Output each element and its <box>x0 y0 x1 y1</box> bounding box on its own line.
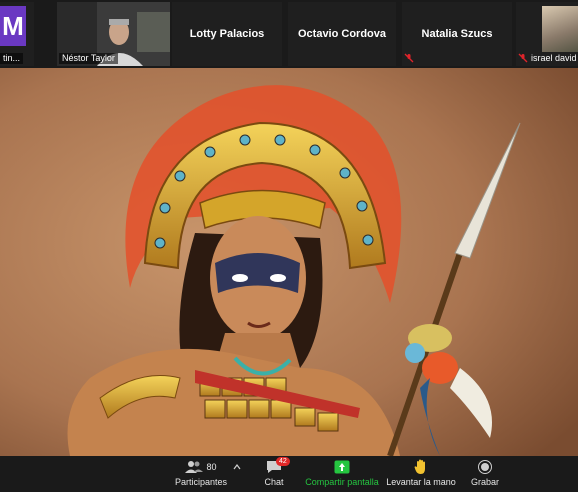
raise-hand-label: Levantar la mano <box>386 477 456 487</box>
participant-name: Octavio Cordova <box>297 28 387 40</box>
caret-up-icon <box>233 464 241 470</box>
chat-button[interactable]: 42 Chat <box>258 457 290 490</box>
participant-strip: M tin... Néstor Taylor Lotty Palacios Oc… <box>0 0 578 68</box>
raise-hand-button[interactable]: Levantar la mano <box>386 458 456 490</box>
participant-tile[interactable]: Lotty Palacios <box>172 2 282 66</box>
record-button[interactable]: Grabar <box>470 458 500 490</box>
mic-muted-icon <box>404 53 414 63</box>
caret-row <box>233 458 241 476</box>
chat-icon-row: 42 <box>266 457 290 476</box>
participant-name: Lotty Palacios <box>189 28 265 40</box>
meeting-toolbar: 80 Participantes 42 Chat Compartir panta… <box>0 456 578 492</box>
participant-tile[interactable]: Octavio Cordova <box>288 2 396 66</box>
share-icon-row <box>334 458 350 476</box>
mic-muted-icon <box>518 53 528 63</box>
avatar: M <box>0 6 26 46</box>
participants-options-button[interactable] <box>232 458 242 490</box>
record-row <box>478 458 492 476</box>
shared-painting <box>0 68 578 456</box>
share-screen-label: Compartir pantalla <box>305 477 379 487</box>
chat-label: Chat <box>264 477 284 487</box>
participant-tile[interactable]: Natalia Szucs <box>402 2 512 66</box>
participants-icon-row: 80 <box>185 458 217 476</box>
participant-caption: tin... <box>0 53 24 64</box>
participant-tile[interactable]: israel david <box>516 2 578 66</box>
record-label: Grabar <box>470 477 499 487</box>
raise-hand-icon <box>414 459 425 474</box>
participant-photo <box>542 6 578 52</box>
record-icon <box>478 460 492 474</box>
share-screen-icon <box>334 460 350 474</box>
participants-button[interactable]: 80 Participantes <box>172 458 230 490</box>
participant-video-tile[interactable]: Néstor Taylor <box>57 2 170 66</box>
participants-label: Participantes <box>174 477 228 487</box>
participants-icon <box>185 461 204 473</box>
participants-count: 80 <box>206 462 217 472</box>
raise-hand-row <box>414 458 428 476</box>
participant-name: Natalia Szucs <box>421 28 493 40</box>
shared-screen <box>0 68 578 456</box>
participant-tile[interactable]: M tin... <box>0 2 34 66</box>
chat-unread-badge: 42 <box>276 457 290 466</box>
participant-caption: israel david <box>531 53 577 63</box>
participant-caption: Néstor Taylor <box>59 53 118 64</box>
share-screen-button[interactable]: Compartir pantalla <box>304 458 380 490</box>
